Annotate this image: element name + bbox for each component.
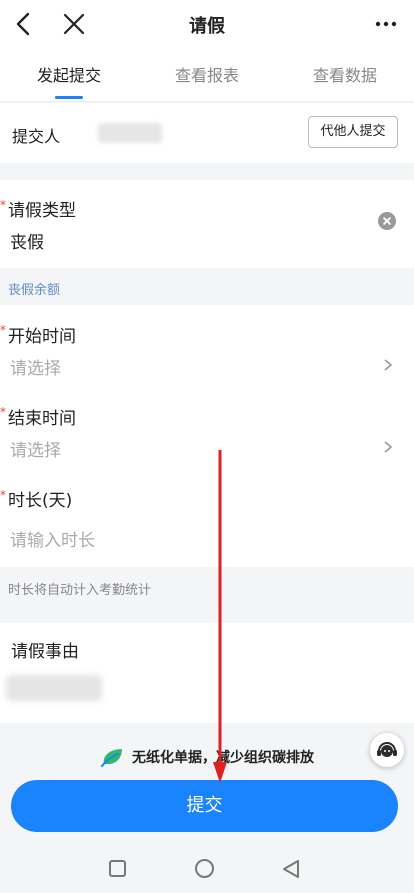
chevron-right-icon[interactable] [382,441,394,453]
submitter-name-blurred [98,123,162,143]
required-mark: * [0,198,6,212]
leave-type-field[interactable]: * 请假类型 丧假 [0,180,414,268]
duration-label: 时长(天) [8,491,73,511]
clear-icon[interactable] [378,212,396,230]
reason-value-blurred [6,675,102,701]
headset-icon [377,742,397,757]
page-title: 请假 [189,16,225,37]
home-icon[interactable] [195,859,214,878]
duration-note: 时长将自动计入考勤统计 [8,583,152,598]
annotation-arrow-icon [213,450,227,783]
leaf-icon [101,749,122,767]
recent-apps-icon[interactable] [109,860,126,877]
tab-bar: 发起提交 查看报表 查看数据 [0,50,414,102]
tab-submit[interactable]: 发起提交 [0,50,138,101]
chevron-right-icon[interactable] [382,359,394,371]
system-nav-bar [0,845,414,893]
proxy-submit-button[interactable]: 代他人提交 [308,116,398,148]
required-mark: * [0,323,6,337]
top-bar: 请假 [0,0,414,50]
more-icon[interactable] [372,10,400,38]
start-time-label: 开始时间 [8,327,76,347]
tab-report[interactable]: 查看报表 [138,50,276,101]
nav-back-icon[interactable] [282,859,300,879]
end-time-picker[interactable]: 请选择 [10,436,61,461]
required-mark: * [0,488,6,502]
submitter-label: 提交人 [12,127,61,146]
time-fields: * 开始时间 请选择 * 结束时间 请选择 * 时长(天) 请输入时长 [0,305,414,567]
reason-label: 请假事由 [11,642,79,662]
submit-button[interactable]: 提交 [11,780,398,832]
reason-field[interactable]: 请假事由 [0,623,414,723]
eco-slogan: 无纸化单据，减少组织碳排放 [0,743,414,771]
customer-service-button[interactable] [370,733,404,767]
end-time-label: 结束时间 [8,409,76,429]
leave-type-value: 丧假 [10,233,44,253]
balance-label: 丧假余额 [8,283,61,298]
duration-input[interactable]: 请输入时长 [10,526,95,551]
start-time-picker[interactable]: 请选择 [10,354,61,379]
tab-data[interactable]: 查看数据 [276,50,414,101]
leave-type-label: 请假类型 [8,201,76,221]
required-mark: * [0,405,6,419]
submitter-row: 提交人 代他人提交 [0,103,414,248]
